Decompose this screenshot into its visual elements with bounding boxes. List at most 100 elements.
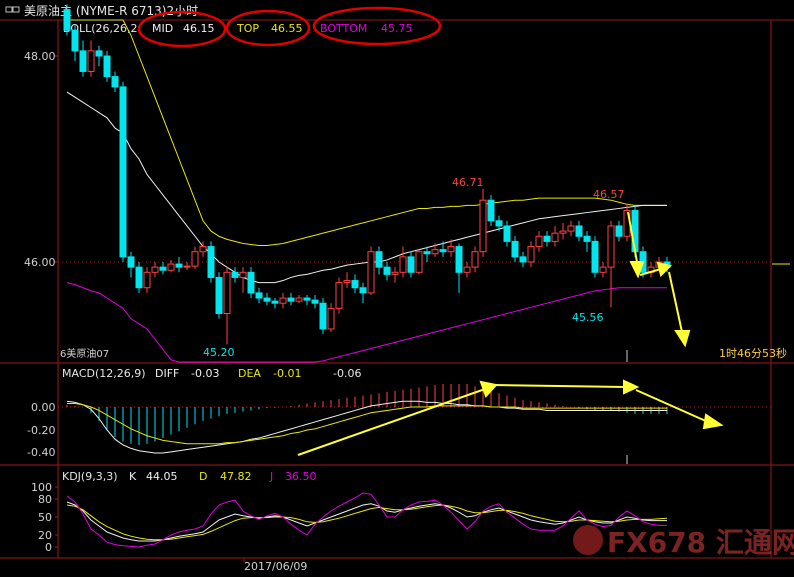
candle-up (143, 271, 151, 289)
candle-up (223, 271, 231, 314)
annotation-arrows-macd (297, 379, 724, 456)
kdj-tick-label: 80 (38, 493, 52, 506)
macd-arrow-head-3 (702, 413, 724, 430)
candle-down (271, 300, 279, 304)
watermark: FX678 汇通网 (573, 525, 794, 559)
candle-down (455, 246, 463, 273)
candle-down (359, 287, 367, 294)
candle-up (183, 265, 191, 268)
boll-bottom-label: BOTTOM (320, 22, 367, 35)
macd-arrow-head-2 (623, 379, 640, 395)
candle-down (135, 266, 143, 289)
watermark-text: FX678 汇通网 (607, 526, 794, 559)
candle-up (239, 271, 247, 278)
kdj-tick-label: 50 (38, 511, 52, 524)
candle-down (615, 225, 623, 237)
kdj-j-value: 36.50 (285, 470, 317, 483)
candle-down (63, 9, 71, 31)
candle-down (583, 235, 591, 242)
candles (63, 4, 671, 345)
candle-down (175, 263, 183, 268)
candle-up (535, 235, 543, 248)
candle-up (471, 251, 479, 268)
kdj-ticks: 1008050200 (31, 481, 58, 554)
macd-dea-value: -0.01 (273, 367, 301, 380)
boll-mid-line (66, 91, 667, 284)
boll-top-value: 46.55 (271, 22, 303, 35)
candle-up (191, 251, 199, 267)
candle-up (447, 246, 455, 253)
macd-diff-line (66, 400, 667, 454)
candle-down (159, 266, 167, 271)
low-annotation-2: 45.56 (572, 311, 604, 324)
macd-layer (66, 384, 668, 454)
candle-down (383, 266, 391, 275)
macd-dea-label: DEA (238, 367, 261, 380)
candle-up (599, 266, 607, 273)
candle-up (327, 307, 335, 330)
watermark-logo (573, 525, 603, 555)
arrow-head-right-1 (656, 261, 672, 277)
candle-up (367, 251, 375, 294)
candle-down (511, 240, 519, 258)
candle-up (431, 249, 439, 255)
candle-down (127, 256, 135, 268)
candle-down (503, 225, 511, 242)
candle-up (559, 230, 567, 234)
candle-down (519, 256, 527, 263)
candle-down (407, 256, 415, 273)
low-annotation-1: 45.20 (203, 346, 235, 359)
boll-mid-value: 46.15 (183, 22, 215, 35)
candle-down (255, 292, 263, 299)
candle-up (479, 199, 487, 253)
candle-down (487, 199, 495, 222)
macd-diff-label: DIFF (155, 367, 179, 380)
price-tick-46: 46.00 (24, 256, 56, 269)
boll-mid-label: MID (152, 22, 173, 35)
candle-up (279, 297, 287, 304)
candle-down (575, 225, 583, 237)
candle-down (303, 297, 311, 301)
candle-up (527, 246, 535, 263)
candle-down (311, 299, 319, 304)
candle-up (391, 271, 399, 275)
macd-diff-value: -0.03 (191, 367, 219, 380)
candle-up (335, 282, 343, 309)
candle-down (263, 297, 271, 302)
macd-dea-line (67, 403, 667, 445)
kdj-k-label: K (129, 470, 137, 483)
macd-tick-1: -0.20 (27, 424, 55, 437)
candle-up (415, 251, 423, 273)
candle-up (551, 232, 559, 242)
macd-tick-0: 0.00 (31, 401, 56, 414)
candle-up (151, 266, 159, 273)
candle-down (119, 86, 127, 258)
candle-down (103, 55, 111, 78)
high-annotation-1: 46.71 (452, 176, 484, 189)
candle-down (95, 50, 103, 57)
macd-label: MACD(12,26,9) (62, 367, 146, 380)
kdj-j-label: J (269, 470, 273, 483)
candle-up (607, 225, 615, 268)
boll-top-line (67, 19, 667, 247)
candle-down (591, 240, 599, 273)
macd-value: -0.06 (333, 367, 361, 380)
candle-up (343, 280, 351, 284)
chart-root: 美原油主 (NYME-R 6713)2小时 BOLL(26,26,2 MID 4… (0, 0, 794, 573)
kdj-k-value: 44.05 (146, 470, 178, 483)
candle-down (439, 249, 447, 253)
symbol-label: 6美原油07 (60, 347, 109, 360)
candle-up (87, 50, 95, 72)
boll-top-label: TOP (236, 22, 259, 35)
candle-up (399, 256, 407, 273)
candle-down (495, 220, 503, 227)
candle-down (351, 280, 359, 289)
candle-down (207, 246, 215, 278)
kdj-tick-label: 0 (45, 541, 52, 554)
candle-up (295, 297, 303, 302)
candle-down (215, 276, 223, 315)
candle-down (375, 251, 383, 268)
candle-up (463, 266, 471, 273)
chart-title: 美原油主 (NYME-R 6713)2小时 (24, 4, 198, 18)
candle-down (247, 271, 255, 294)
